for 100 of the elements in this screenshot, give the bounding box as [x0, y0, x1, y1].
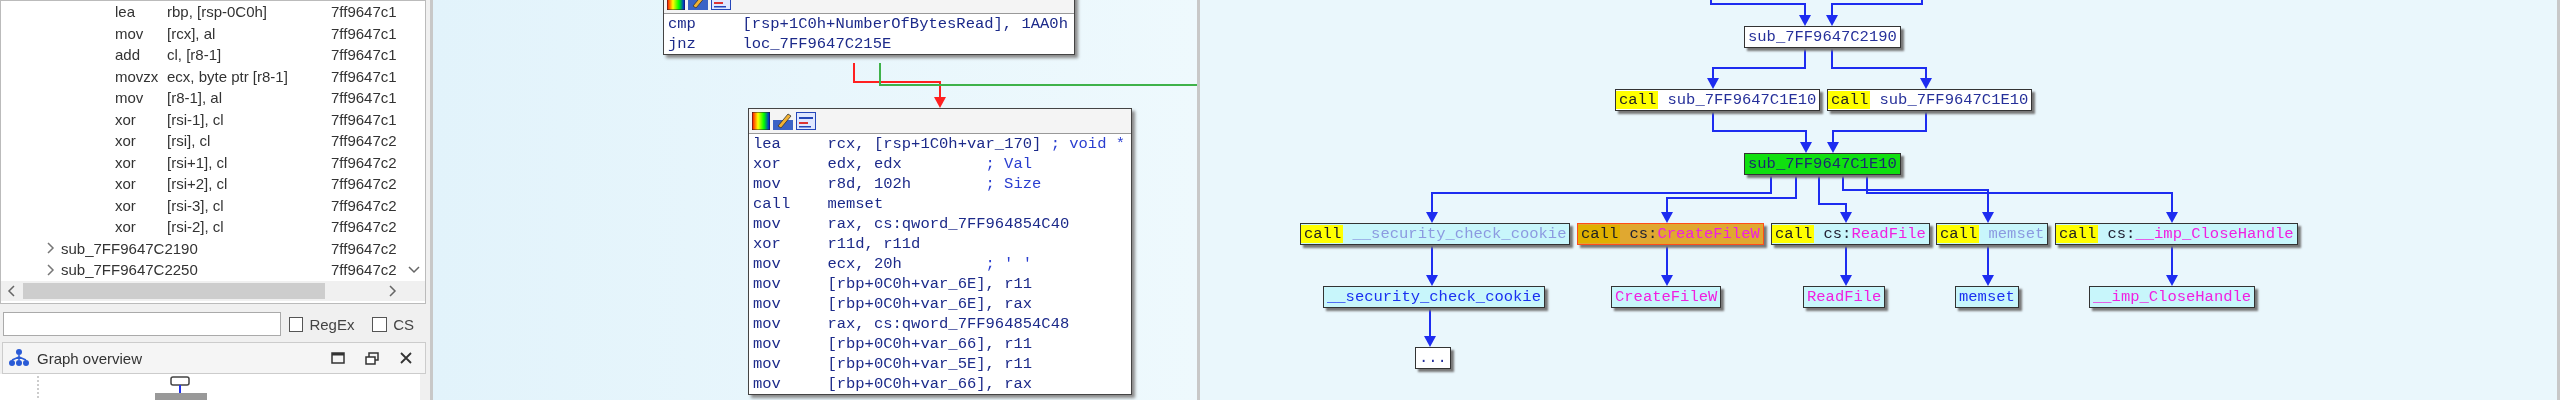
instruction-mnemonic: mov — [753, 375, 782, 393]
address-text: 7ff9647c2 — [331, 132, 398, 150]
instruction-operands: [rsi], cl — [167, 132, 212, 150]
edge-arrow — [1426, 244, 1438, 286]
pencil-icon[interactable] — [773, 112, 793, 130]
table-icon[interactable] — [796, 112, 816, 130]
instruction-mnemonic: mov — [753, 255, 782, 273]
instruction-mnemonic: lea — [753, 135, 782, 153]
instruction-operands: memset — [827, 195, 885, 213]
instruction-operands: edx, edx — [827, 155, 903, 173]
edge-arrow — [1424, 307, 1436, 347]
address-text: 7ff9647c1 — [331, 24, 398, 42]
address-text: 7ff9647c2 — [331, 196, 398, 214]
address-text: 7ff9647c1 — [331, 67, 398, 85]
instruction-mnemonic: xor — [115, 218, 137, 236]
function-node[interactable]: memset — [1955, 286, 2019, 308]
instruction-mnemonic: movzx — [115, 67, 160, 85]
instruction-mnemonic: mov — [753, 335, 782, 353]
instruction-mnemonic: xor — [753, 155, 782, 173]
function-name[interactable]: sub_7FF9647C2250 — [61, 261, 331, 279]
function-node[interactable]: sub_7FF9647C1E10 — [1744, 153, 1901, 175]
instruction-mnemonic: mov — [115, 89, 145, 107]
code-comment: ; void * — [1050, 135, 1126, 153]
edge-arrow — [1982, 244, 1994, 286]
instruction-operands: r8d, 102h — [827, 175, 913, 193]
instruction-operands: [rbp+0C0h+var_6E], rax — [827, 295, 1033, 313]
instruction-mnemonic: xor — [115, 132, 137, 150]
address-text: 7ff9647c2 — [331, 239, 398, 257]
instruction-mnemonic: lea — [115, 3, 137, 21]
search-field[interactable] — [3, 312, 281, 336]
edge-arrow — [2166, 244, 2178, 286]
edge-arrow — [1661, 244, 1673, 286]
address-text: 7ff9647c1 — [331, 46, 398, 64]
maximize-icon — [331, 352, 345, 364]
function-node[interactable]: __security_check_cookie — [1323, 286, 1545, 308]
instruction-operands: [rsi-3], cl — [167, 196, 225, 214]
close-icon — [400, 352, 412, 364]
code-comment: ; Size — [985, 175, 1042, 193]
checkbox[interactable] — [372, 316, 388, 332]
instruction-mnemonic: mov — [753, 175, 782, 193]
instruction-mnemonic: mov — [753, 295, 782, 313]
instruction-mnemonic: cmp — [668, 15, 697, 33]
call-node[interactable]: call cs:CreateFileW — [1577, 223, 1764, 245]
instruction-mnemonic: mov — [115, 24, 145, 42]
instruction-operands: [rsi-1], cl — [167, 110, 225, 128]
chevron-icon[interactable] — [47, 263, 55, 276]
call-node[interactable]: call __security_check_cookie — [1300, 223, 1571, 245]
instruction-mnemonic: xor — [115, 196, 137, 214]
scrollbar-thumb[interactable] — [23, 283, 325, 299]
instruction-operands: ecx, byte ptr [r8-1] — [167, 67, 289, 85]
call-node[interactable]: call memset — [1936, 223, 2049, 245]
panel-title: Graph overview — [37, 349, 144, 367]
checkbox-label: RegEx — [309, 315, 355, 333]
scroll-right-icon[interactable] — [387, 285, 397, 297]
instruction-operands: r11d, r11d — [827, 235, 922, 253]
instruction-operands: [rbp+0C0h+var_66], r11 — [827, 335, 1033, 353]
call-node[interactable]: call sub_7FF9647C1E10 — [1615, 89, 1821, 111]
address-text: 7ff9647c2 — [331, 261, 398, 279]
instruction-mnemonic: xor — [115, 153, 137, 171]
hierarchy-icon — [9, 349, 29, 367]
checkbox[interactable] — [288, 316, 304, 332]
instruction-mnemonic: add — [115, 46, 142, 64]
instruction-mnemonic: mov — [753, 355, 782, 373]
call-node[interactable]: call cs:ReadFile — [1771, 223, 1930, 245]
instruction-operands: [rsi+1], cl — [167, 153, 229, 171]
instruction-mnemonic: xor — [753, 235, 782, 253]
instruction-operands: [rbp+0C0h+var_6E], r11 — [827, 275, 1033, 293]
instruction-operands: [r8-1], al — [167, 89, 224, 107]
instruction-operands: loc_7FF9647C215E — [742, 35, 892, 53]
function-name[interactable]: sub_7FF9647C2190 — [61, 239, 331, 257]
instruction-operands: [rcx], al — [167, 24, 217, 42]
address-text: 7ff9647c1 — [331, 3, 398, 21]
call-node[interactable]: call cs:__imp_CloseHandle — [2055, 223, 2298, 245]
instruction-mnemonic: mov — [753, 315, 782, 333]
instruction-mnemonic: mov — [753, 275, 782, 293]
chevron-icon[interactable] — [47, 242, 55, 255]
instruction-operands: [rsi-2], cl — [167, 218, 225, 236]
instruction-operands: [rbp+0C0h+var_5E], r11 — [827, 355, 1033, 373]
instruction-mnemonic: mov — [753, 215, 782, 233]
instruction-operands: [rbp+0C0h+var_66], rax — [827, 375, 1033, 393]
restore-icon — [365, 351, 379, 365]
address-text: 7ff9647c2 — [331, 153, 398, 171]
scroll-down-icon[interactable] — [408, 265, 420, 275]
code-comment: ; Val — [985, 155, 1033, 173]
instruction-mnemonic: xor — [115, 110, 137, 128]
address-text: 7ff9647c2 — [331, 175, 398, 193]
more-node[interactable]: ... — [1415, 347, 1451, 369]
address-text: 7ff9647c1 — [331, 89, 398, 107]
instruction-operands: rbp, [rsp-0C0h] — [167, 3, 269, 21]
address-text: 7ff9647c2 — [331, 218, 398, 236]
instruction-operands: [rsp+1C0h+NumberOfBytesRead], 1AA0h — [742, 15, 1068, 33]
instruction-mnemonic: call — [753, 195, 792, 213]
code-comment: ; ' ' — [985, 255, 1033, 273]
instruction-mnemonic: jnz — [668, 35, 697, 53]
instruction-operands: cl, [r8-1] — [167, 46, 223, 64]
function-node[interactable]: sub_7FF9647C2190 — [1744, 26, 1901, 48]
edge-arrow — [1840, 244, 1852, 286]
scroll-left-icon[interactable] — [7, 285, 17, 297]
call-node[interactable]: call sub_7FF9647C1E10 — [1827, 89, 2033, 111]
instruction-operands: rax, cs:qword_7FF964854C40 — [827, 215, 1070, 233]
